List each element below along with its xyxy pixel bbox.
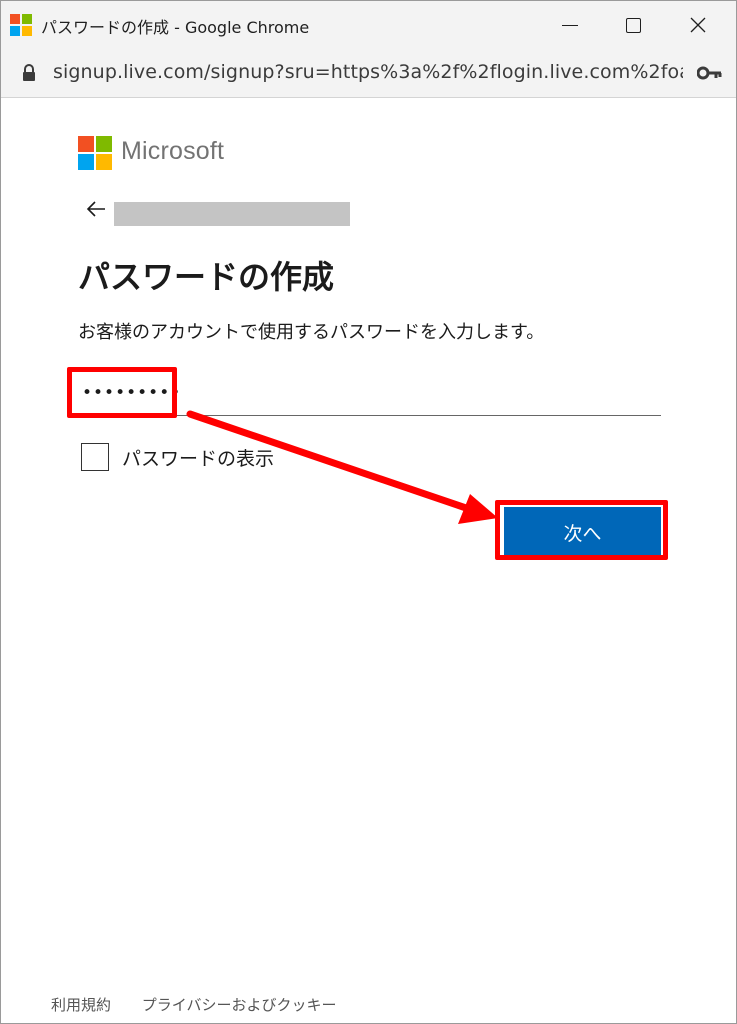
window-title: パスワードの作成 - Google Chrome (41, 18, 310, 37)
next-button[interactable]: 次へ (504, 507, 661, 557)
maximize-button[interactable] (604, 1, 662, 49)
page-content: Microsoft パスワードの作成 お客様のアカウントで使用するパスワードを入… (1, 98, 736, 1023)
address-bar[interactable]: signup.live.com/signup?sru=https%3a%2f%2… (1, 49, 736, 98)
footer: 利用規約 プライバシーおよびクッキー (51, 994, 363, 1015)
microsoft-logo (78, 136, 112, 170)
password-input[interactable] (78, 370, 661, 416)
maximize-icon (625, 17, 641, 33)
browser-window: パスワードの作成 - Google Chrome signup.live.com… (0, 0, 737, 1024)
terms-link[interactable]: 利用規約 (51, 996, 111, 1014)
instruction-text: お客様のアカウントで使用するパスワードを入力します。 (78, 322, 545, 343)
minimize-icon (562, 24, 578, 26)
title-bar: パスワードの作成 - Google Chrome (1, 1, 736, 49)
close-button[interactable] (669, 1, 727, 49)
key-icon[interactable] (697, 65, 723, 81)
minimize-button[interactable] (541, 1, 599, 49)
url-text[interactable]: signup.live.com/signup?sru=https%3a%2f%2… (53, 61, 683, 83)
lock-icon[interactable] (21, 64, 37, 82)
page-title: パスワードの作成 (78, 258, 335, 296)
microsoft-wordmark: Microsoft (121, 137, 225, 165)
show-password-checkbox[interactable] (81, 443, 109, 471)
close-icon (690, 17, 706, 33)
redacted-email (114, 202, 350, 226)
microsoft-logo-icon (10, 14, 32, 36)
back-arrow-icon[interactable] (85, 199, 107, 219)
show-password-label[interactable]: パスワードの表示 (122, 444, 274, 471)
privacy-link[interactable]: プライバシーおよびクッキー (142, 996, 337, 1014)
